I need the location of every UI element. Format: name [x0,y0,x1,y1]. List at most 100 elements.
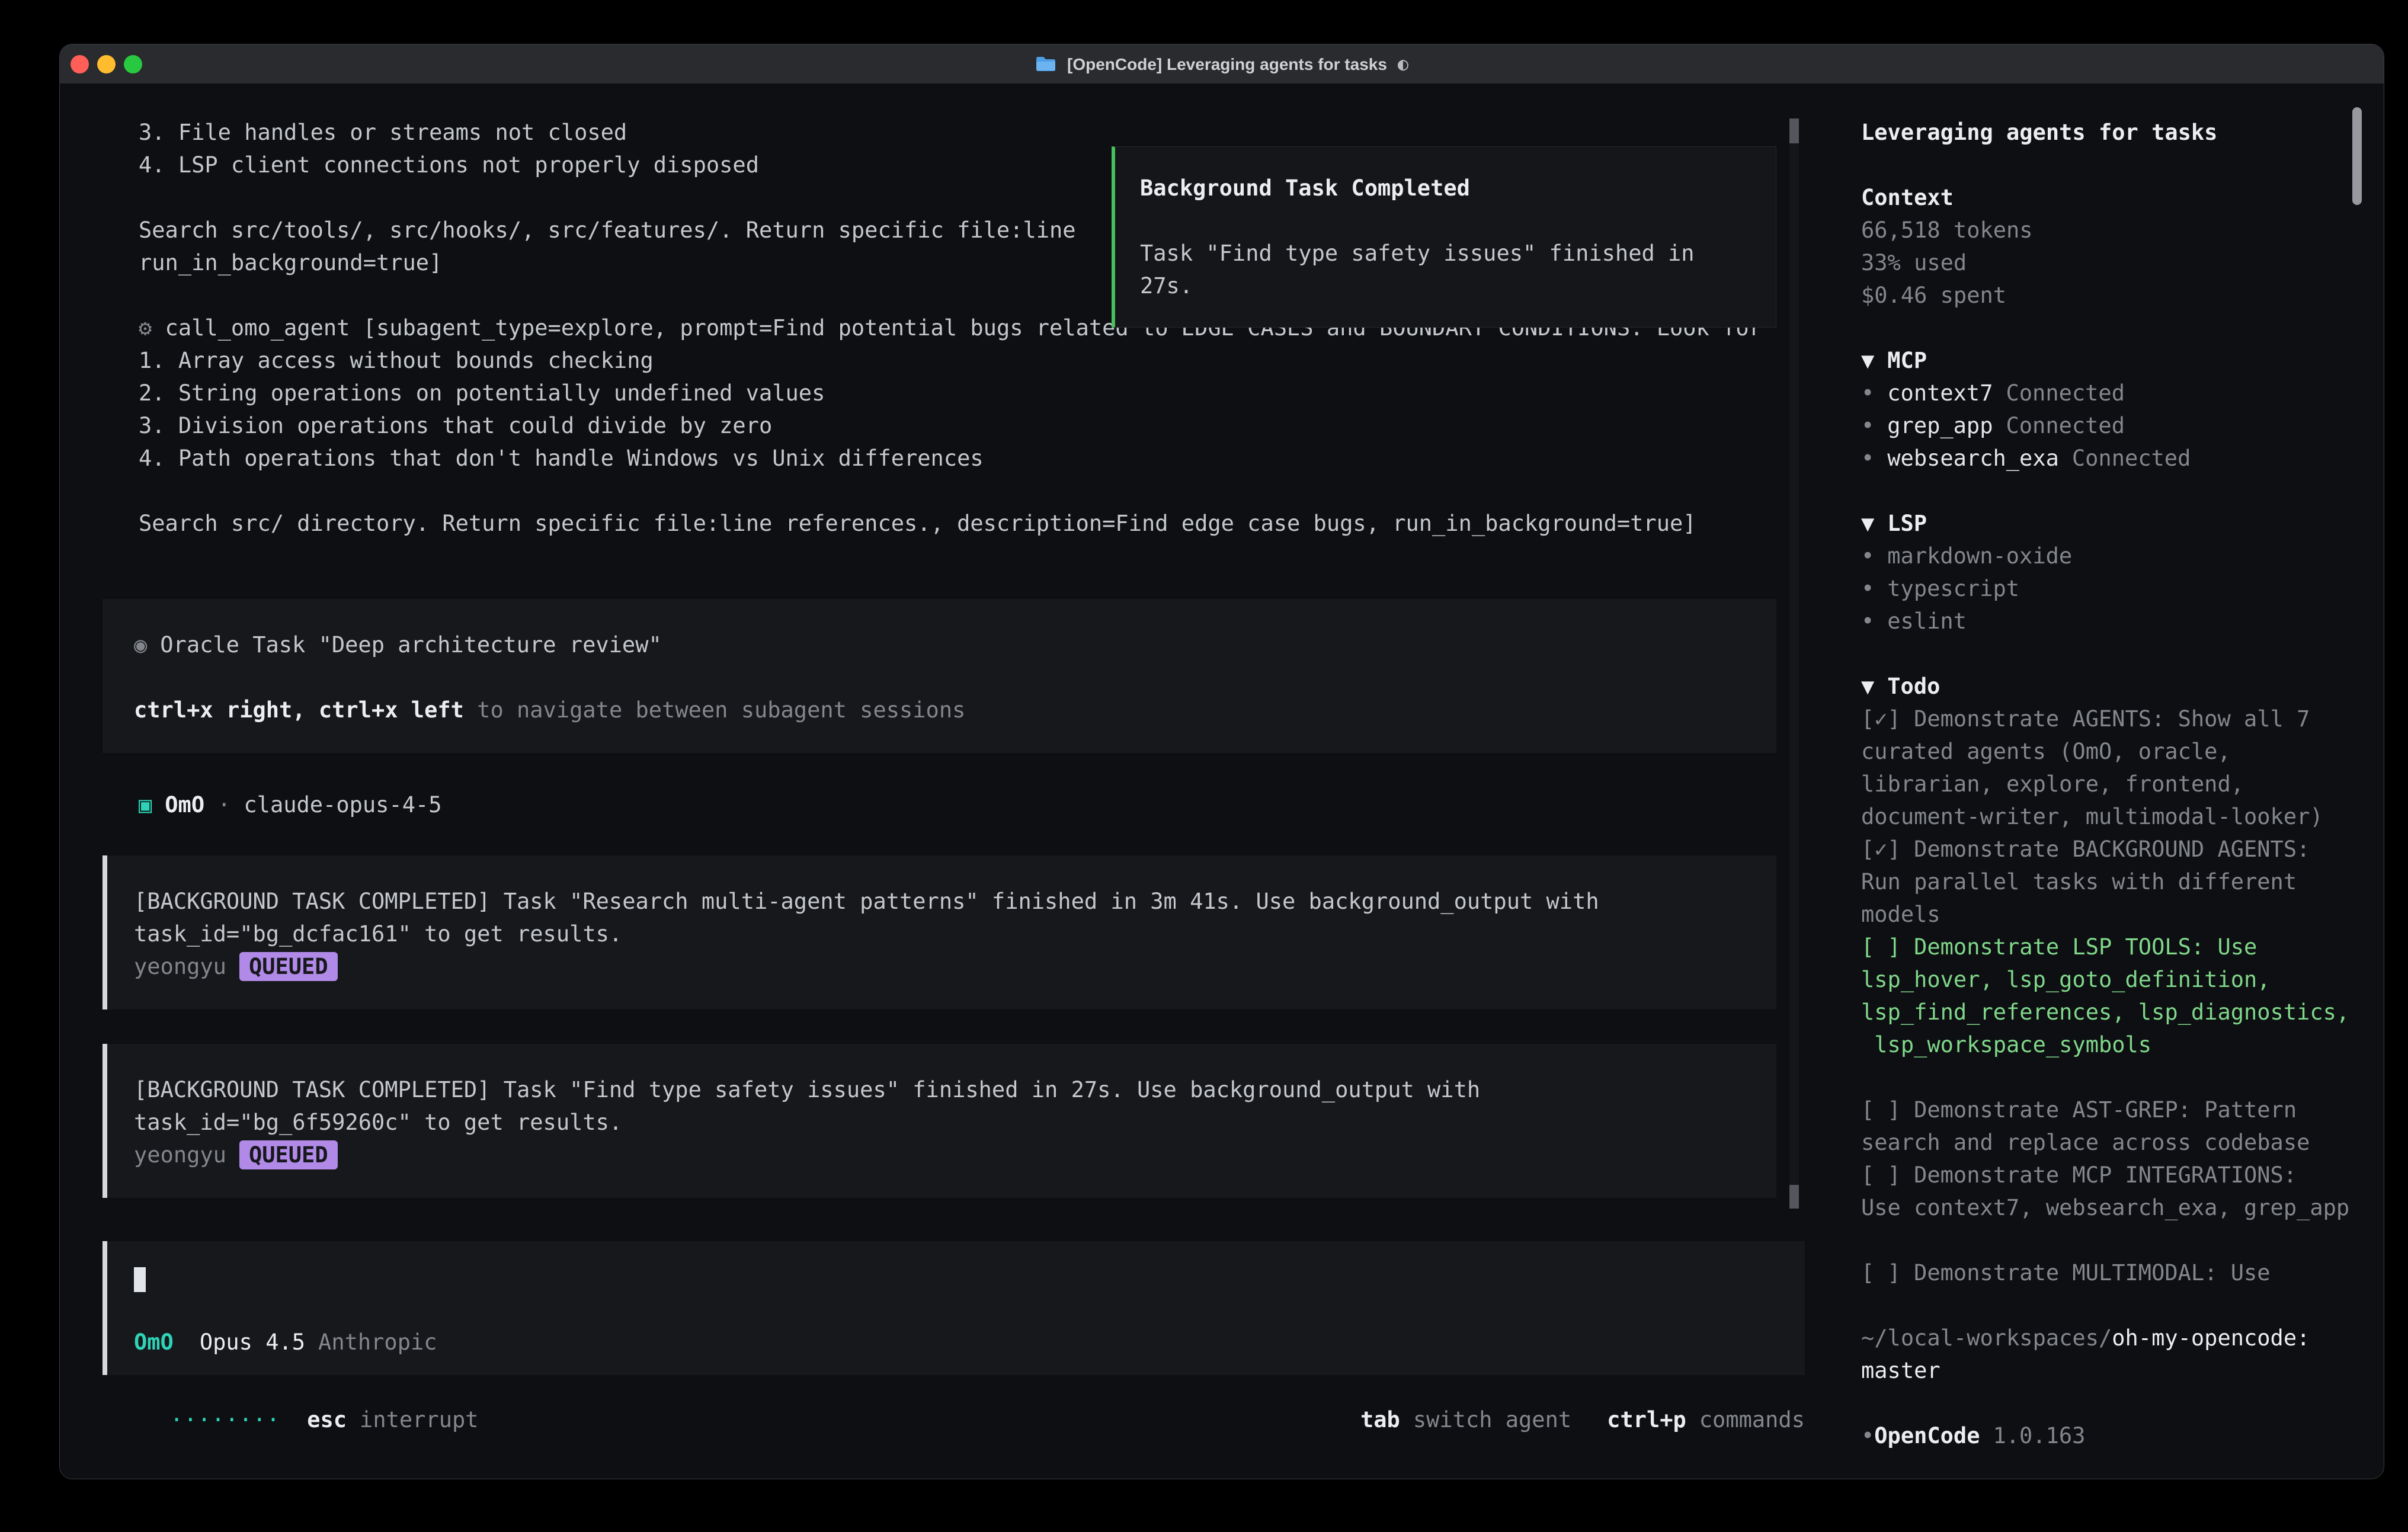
bullet-icon: • [1861,576,1874,601]
chat-scrollbar-marker[interactable] [1789,1185,1799,1209]
task-author: yeongyu [134,1142,226,1168]
bullet-icon: • [1861,446,1874,471]
todo-heading-row: ▼ Todo [1861,670,2360,703]
tool-call-text: call_omo_agent [subagent_type=explore, p… [139,315,1762,536]
input-agent-name: OmO [134,1329,174,1355]
status-badge: QUEUED [239,1140,338,1169]
mcp-item: •context7Connected [1861,377,2360,409]
prompt-input[interactable]: OmO Opus 4.5 Anthropic [103,1241,1805,1375]
window-title: [OpenCode] Leveraging agents for tasks [1067,48,1387,81]
zoom-button[interactable] [124,55,142,73]
chevron-down-icon: ▼ [1861,674,1874,699]
esc-key-label: interrupt [360,1407,478,1432]
close-button[interactable] [71,55,89,73]
status-badge: QUEUED [239,952,338,981]
oracle-task-panel: ◉Oracle Task "Deep architecture review" … [103,599,1776,753]
context-tokens: 66,518 tokens [1861,214,2360,246]
terminal-window: [OpenCode] Leveraging agents for tasks ◐… [59,44,2384,1479]
todo-item: [ ] Demonstrate MCP INTEGRATIONS: Use co… [1861,1159,2360,1224]
input-model-name: Opus 4.5 [200,1329,305,1355]
todo-item: [ ] Demonstrate AST-GREP: Pattern search… [1861,1094,2360,1159]
context-heading: Context [1861,181,2360,214]
minimize-button[interactable] [97,55,116,73]
context-spent: $0.46 spent [1861,279,2360,312]
task-meta: yeongyu QUEUED [134,1139,1753,1171]
notification-body: Task "Find type safety issues" finished … [1140,237,1752,302]
bullet-icon: • [1861,1423,1874,1448]
chat-scrollbar-thumb[interactable] [1789,118,1799,143]
task-author: yeongyu [134,954,226,979]
lsp-item: •eslint [1861,605,2360,637]
agent-model: claude-opus-4-5 [244,792,441,818]
session-title: Leveraging agents for tasks [1861,116,2360,149]
mcp-heading: MCP [1887,348,1927,373]
spinner-dots: ········ [170,1407,280,1432]
oracle-icon: ◉ [134,632,147,658]
commands-key-hint: ctrl+p [1607,1407,1686,1432]
esc-key-hint: esc [307,1407,347,1432]
context-section: Context 66,518 tokens 33% used $0.46 spe… [1861,181,2360,312]
app-name: OpenCode [1874,1423,1980,1448]
chevron-down-icon: ▼ [1861,348,1874,373]
todo-item: [✓] Demonstrate BACKGROUND AGENTS: Run p… [1861,833,2360,931]
task-meta: yeongyu QUEUED [134,950,1753,983]
bullet-icon: • [1861,608,1874,634]
workspace-prefix: ~/local-workspaces/ [1861,1325,2112,1351]
workspace-path-row: ~/local-workspaces/oh-my-opencode: [1861,1322,2360,1354]
task-body: [BACKGROUND TASK COMPLETED] Task "Resear… [134,885,1753,950]
mcp-item: •grep_appConnected [1861,409,2360,442]
notification-title: Background Task Completed [1140,172,1752,204]
lsp-heading-row: ▼ LSP [1861,507,2360,540]
lsp-item: •markdown-oxide [1861,540,2360,572]
chat-scrollbar-track[interactable] [1789,118,1799,1209]
todo-item: [ ] Demonstrate MULTIMODAL: Use [1861,1257,2360,1289]
oracle-task-title: Oracle Task "Deep architecture review" [160,632,661,658]
status-right: tab switch agent ctrl+p commands [1360,1403,1805,1436]
mcp-heading-row: ▼ MCP [1861,344,2360,377]
titlebar: [OpenCode] Leveraging agents for tasks ◐ [60,44,2384,84]
tab-key-hint: tab [1360,1407,1400,1432]
text-cursor [134,1267,146,1292]
input-provider-name: Anthropic [318,1329,437,1355]
lsp-heading: LSP [1887,511,1927,536]
task-body: [BACKGROUND TASK COMPLETED] Task "Find t… [134,1073,1753,1139]
task-message: [BACKGROUND TASK COMPLETED] Task "Resear… [103,855,1776,1009]
session-state-icon: ◐ [1398,48,1408,81]
status-bar: ········ esc interrupt tab switch agent ctrl… [103,1403,1805,1436]
todo-section: ▼ Todo [✓] Demonstrate AGENTS: Show all 7… [1861,670,2360,1289]
workspace-repo: oh-my-opencode: [2112,1325,2310,1351]
folder-icon [1035,56,1056,72]
separator-dot: · [217,792,230,818]
version-row: •OpenCode 1.0.163 [1861,1419,2360,1452]
model-line: OmO Opus 4.5 Anthropic [134,1326,1781,1358]
task-message: [BACKGROUND TASK COMPLETED] Task "Find t… [103,1044,1776,1198]
hint-keys: ctrl+x right, ctrl+x left [134,697,464,723]
input-line[interactable] [134,1265,1781,1297]
app-version: 1.0.163 [1993,1423,2086,1448]
gear-icon: ⚙ [139,315,152,341]
traffic-lights [71,44,142,84]
mcp-item: •websearch_exaConnected [1861,442,2360,475]
context-used: 33% used [1861,246,2360,279]
background-task-notification: Background Task Completed Task "Find typ… [1112,146,1776,328]
workspace-path: ~/local-workspaces/oh-my-opencode: maste… [1861,1322,2360,1387]
agent-square-icon: ▣ [139,792,152,818]
session-sidebar: Leveraging agents for tasks Context 66,5… [1831,84,2384,1479]
bullet-icon: • [1861,543,1874,569]
workspace-branch: master [1861,1354,2360,1387]
agent-name: OmO [165,792,204,818]
chevron-down-icon: ▼ [1861,511,1874,536]
lsp-section: ▼ LSP •markdown-oxide •typescript •eslint [1861,507,2360,637]
todo-item: [✓] Demonstrate AGENTS: Show all 7 curat… [1861,703,2360,833]
oracle-task-title-row: ◉ Oracle Task "Deep architecture review" [134,629,1753,661]
bullet-icon: • [1861,413,1874,438]
lsp-item: •typescript [1861,572,2360,605]
commands-key-label: commands [1699,1407,1805,1432]
chat-pane: 3. File handles or streams not closed 4.… [60,84,1831,1479]
tab-key-label: switch agent [1413,1407,1571,1432]
hint-text: to navigate between subagent sessions [464,697,965,723]
subagent-nav-hint: ctrl+x right, ctrl+x left to navigate be… [134,694,1753,726]
todo-heading: Todo [1887,674,1940,699]
sidebar-scrollbar-thumb[interactable] [2352,107,2362,205]
agent-header: ▣ OmO · claude-opus-4-5 [139,789,1831,821]
